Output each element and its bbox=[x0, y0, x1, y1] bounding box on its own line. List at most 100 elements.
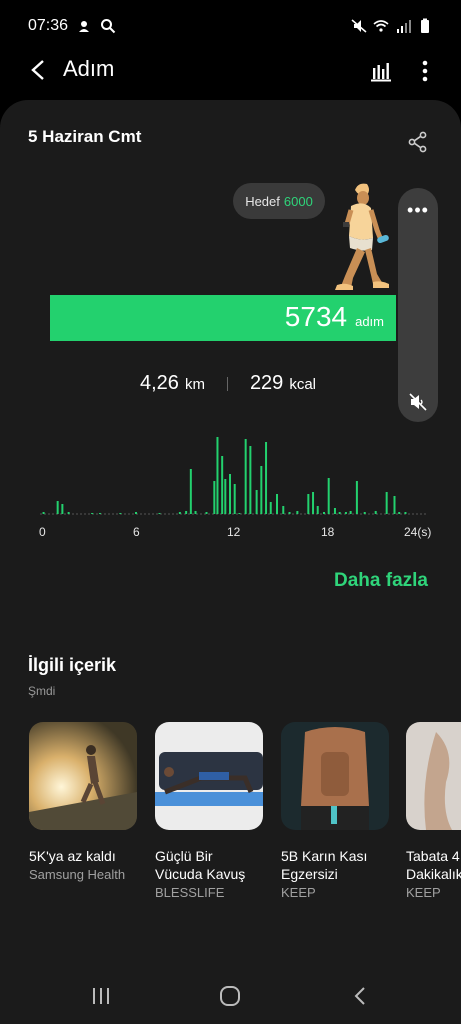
chart-bar bbox=[374, 511, 377, 514]
chart-bar bbox=[327, 478, 330, 514]
chart-tick-label: 18 bbox=[321, 525, 335, 539]
more-link[interactable]: Daha fazla bbox=[334, 570, 428, 592]
goal-label: Hedef bbox=[245, 193, 280, 209]
content-title: 5K'ya az kaldı bbox=[29, 848, 116, 864]
content-source: Samsung Health bbox=[29, 867, 126, 882]
chart-bar bbox=[265, 442, 268, 514]
content-source: KEEP bbox=[406, 885, 441, 900]
chart-bar bbox=[385, 492, 388, 514]
chart-tick-label: 24(s) bbox=[404, 525, 431, 539]
content-thumbnail-workout[interactable] bbox=[155, 722, 263, 830]
chart-bar bbox=[276, 494, 278, 514]
mute-icon bbox=[351, 19, 367, 33]
content-card[interactable]: 5B Karın Kası Egzersizi KEEP bbox=[281, 722, 389, 900]
chart-bar bbox=[224, 479, 227, 514]
page-title: Adım bbox=[63, 56, 115, 81]
status-time: 07:36 bbox=[28, 17, 69, 34]
chart-bar bbox=[229, 474, 231, 514]
system-nav-bar bbox=[0, 968, 461, 1024]
content-title: Tabata 4 Dakikalık bbox=[406, 848, 461, 882]
chart-bar bbox=[98, 513, 101, 514]
chart-bar bbox=[282, 506, 285, 514]
panel-more-icon[interactable]: ••• bbox=[398, 200, 438, 221]
more-vertical-icon bbox=[422, 60, 428, 82]
floating-side-panel[interactable]: ••• bbox=[398, 188, 438, 422]
chart-bar bbox=[404, 512, 407, 514]
chart-bar bbox=[42, 512, 45, 514]
chart-bar bbox=[119, 513, 122, 514]
steps-progress-bar: 5734 adım bbox=[50, 295, 396, 341]
share-icon bbox=[408, 131, 427, 153]
chart-bar bbox=[312, 492, 315, 514]
back-button[interactable] bbox=[22, 54, 54, 86]
stats-row: 4,26 km 229 kcal bbox=[140, 372, 316, 395]
sound-mute-icon[interactable] bbox=[408, 392, 428, 412]
chart-bar bbox=[67, 512, 70, 514]
recent-apps-icon bbox=[93, 988, 109, 1004]
calories-value: 229 bbox=[249, 372, 284, 394]
chart-bar bbox=[323, 512, 325, 514]
content-title: Güçlü Bir Vücuda Kavuş bbox=[155, 848, 246, 882]
related-content-subtitle: Şmdi bbox=[28, 684, 56, 698]
hourly-steps-chart: 0 6 12 18 24(s) bbox=[39, 437, 431, 539]
back-nav-button[interactable] bbox=[346, 984, 374, 1008]
chart-tick-label: 12 bbox=[227, 525, 241, 539]
chart-bar bbox=[244, 439, 247, 514]
chart-bar bbox=[185, 511, 188, 514]
recent-apps-button[interactable] bbox=[87, 984, 115, 1008]
share-button[interactable] bbox=[406, 130, 430, 154]
content-thumbnail-running[interactable] bbox=[29, 722, 137, 830]
calories-unit: kcal bbox=[289, 376, 316, 393]
chart-bar bbox=[363, 512, 366, 514]
chart-bar bbox=[233, 484, 236, 514]
app-bar: Adım bbox=[0, 50, 461, 90]
chart-bar bbox=[349, 511, 352, 514]
chart-bar bbox=[307, 494, 310, 514]
back-arrow-icon bbox=[31, 60, 44, 80]
content-thumbnail-tabata[interactable] bbox=[406, 722, 461, 830]
chart-tick-label: 0 bbox=[39, 525, 46, 539]
trends-button[interactable] bbox=[366, 56, 396, 86]
chart-bar bbox=[189, 469, 192, 514]
tabata-image bbox=[406, 722, 461, 830]
chart-bar bbox=[355, 481, 358, 514]
content-thumbnail-abs[interactable] bbox=[281, 722, 389, 830]
steps-count: 5734 bbox=[284, 301, 348, 332]
chart-bar bbox=[260, 466, 263, 514]
chart-bar bbox=[56, 501, 59, 514]
chart-bar bbox=[269, 502, 272, 514]
more-options-button[interactable] bbox=[410, 56, 440, 86]
goal-value: 6000 bbox=[283, 193, 313, 209]
home-icon bbox=[220, 986, 240, 1006]
chart-bar bbox=[91, 513, 94, 514]
related-content-title: İlgili içerik bbox=[28, 655, 117, 675]
chart-bar bbox=[393, 496, 396, 514]
home-button[interactable] bbox=[216, 984, 244, 1008]
distance-unit: km bbox=[184, 376, 205, 393]
chart-bar bbox=[249, 446, 252, 514]
goal-bubble: Hedef 6000 bbox=[233, 183, 325, 219]
workout-image bbox=[155, 722, 263, 830]
content-card[interactable]: Tabata 4 Dakikalık KEEP bbox=[406, 722, 461, 900]
search-icon bbox=[101, 19, 116, 34]
content-card[interactable]: Güçlü Bir Vücuda Kavuş BLESSLIFE bbox=[155, 722, 263, 900]
chart-bar bbox=[398, 512, 401, 514]
chart-bar bbox=[205, 512, 208, 514]
wifi-icon bbox=[373, 20, 389, 32]
battery-icon bbox=[421, 18, 429, 33]
related-content-list[interactable]: 5K'ya az kaldı Samsung Health Güçlü Bir … bbox=[0, 722, 461, 912]
steps-unit: adım bbox=[355, 314, 384, 329]
chart-bar bbox=[288, 512, 291, 514]
chart-bar bbox=[344, 512, 347, 514]
bar-chart-icon bbox=[371, 63, 391, 82]
chart-bar bbox=[178, 512, 181, 514]
chart-bar bbox=[296, 511, 299, 514]
status-bar: 07:36 bbox=[0, 0, 461, 52]
content-source: BLESSLIFE bbox=[155, 885, 225, 900]
chart-bar bbox=[61, 504, 64, 514]
content-source: KEEP bbox=[281, 885, 316, 900]
running-image bbox=[29, 722, 137, 830]
chart-bar bbox=[135, 512, 137, 514]
content-card[interactable]: 5K'ya az kaldı Samsung Health bbox=[29, 722, 137, 882]
stats-divider bbox=[226, 376, 228, 391]
